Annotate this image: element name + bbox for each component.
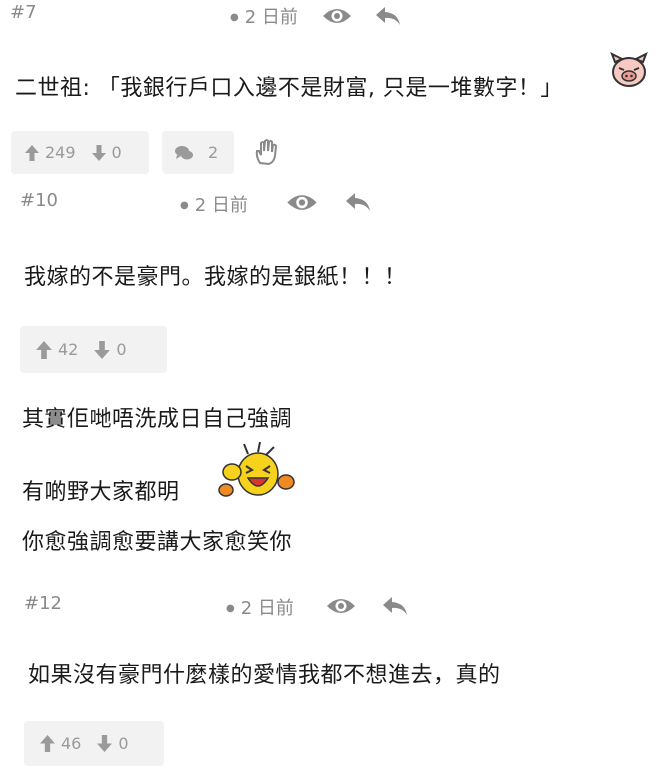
- comment-count: 2: [208, 143, 219, 162]
- post-time: ● 2 日前: [180, 195, 248, 216]
- downvote-button[interactable]: 0: [91, 143, 122, 162]
- post-time-text: 2 日前: [244, 7, 298, 28]
- post-time-text: 2 日前: [240, 598, 294, 619]
- post-time-text: 2 日前: [194, 195, 248, 216]
- downvote-count: 0: [111, 143, 122, 162]
- reply-line-3: 你愈強調愈要講大家愈笑你: [22, 530, 293, 555]
- post-message: 二世祖: 「我銀行戶口入邊不是財富, 只是一堆數字！」: [15, 76, 563, 101]
- post-message: 我嫁的不是豪門。我嫁的是銀紙！！！: [24, 265, 407, 290]
- vote-box: 42 0: [20, 326, 167, 373]
- vote-box: 249 0: [11, 131, 149, 174]
- post-number: #12: [24, 593, 62, 614]
- downvote-icon: [97, 735, 113, 752]
- downvote-icon: [91, 144, 106, 161]
- comment-icon: [175, 145, 193, 159]
- eye-icon[interactable]: [326, 596, 356, 620]
- upvote-count: 249: [45, 143, 76, 162]
- reply-icon[interactable]: [374, 5, 402, 31]
- downvote-button[interactable]: 0: [97, 734, 129, 753]
- upvote-icon: [36, 340, 52, 359]
- comments-button[interactable]: 2: [162, 131, 234, 174]
- laughing-emoji-icon: [218, 441, 296, 504]
- reply-line-1: 其實佢哋唔洗成日自己強調: [22, 407, 293, 432]
- post-time: ● 2 日前: [230, 7, 298, 28]
- hand-icon[interactable]: [254, 139, 278, 169]
- upvote-icon: [40, 735, 55, 752]
- upvote-icon: [25, 144, 39, 161]
- upvote-button[interactable]: 46: [40, 734, 81, 753]
- downvote-icon: [94, 340, 111, 359]
- reply-line-2: 有啲野大家都明: [22, 480, 180, 505]
- downvote-count: 0: [116, 340, 127, 359]
- downvote-button[interactable]: 0: [94, 340, 127, 359]
- vote-box: 46 0: [24, 721, 164, 766]
- upvote-count: 42: [58, 340, 79, 359]
- post-time: ● 2 日前: [226, 598, 294, 619]
- eye-icon[interactable]: [322, 6, 352, 30]
- upvote-button[interactable]: 249: [25, 143, 76, 162]
- reply-icon[interactable]: [381, 595, 409, 621]
- downvote-count: 0: [118, 734, 129, 753]
- post-message: 如果沒有豪門什麼樣的愛情我都不想進去，真的: [28, 663, 501, 688]
- post-number: #7: [10, 2, 37, 23]
- upvote-count: 46: [61, 734, 82, 753]
- reply-icon[interactable]: [344, 191, 372, 217]
- upvote-button[interactable]: 42: [36, 340, 78, 359]
- eye-icon[interactable]: [286, 192, 318, 217]
- post-number: #10: [20, 190, 58, 211]
- pig-emoji-icon: [609, 51, 649, 94]
